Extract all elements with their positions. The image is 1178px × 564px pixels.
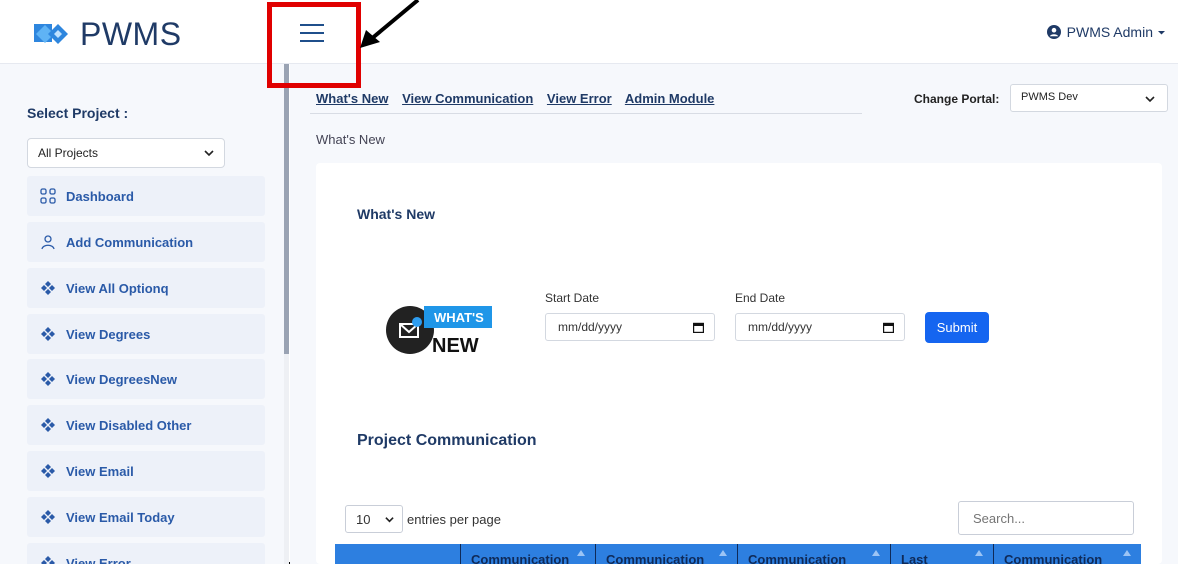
sidebar-item-view-degrees[interactable]: View Degrees [27, 314, 265, 354]
sidebar-item-label: View Email [66, 463, 134, 479]
column-label: Communication [1004, 552, 1103, 564]
diamond-icon [41, 418, 55, 432]
diamond-icon [41, 510, 55, 524]
entries-suffix: entries per page [407, 511, 501, 527]
submit-button[interactable]: Submit [925, 312, 989, 343]
user-label: PWMS Admin [1066, 24, 1153, 40]
sort-up-icon [1123, 550, 1131, 556]
end-date-label: End Date [735, 291, 786, 305]
sidebar-item-label: View All Optionq [66, 280, 169, 296]
sidebar-item-view-email-today[interactable]: View Email Today [27, 497, 265, 537]
logo-icon [34, 24, 68, 44]
link-admin-module[interactable]: Admin Module [625, 91, 715, 106]
sidebar-item-label: View Disabled Other [66, 417, 192, 433]
start-date-placeholder: mm/dd/yyyy [558, 320, 623, 334]
table-header-last[interactable]: Last [890, 544, 993, 564]
link-view-error[interactable]: View Error [547, 91, 612, 106]
image-text-whats: WHAT'S [434, 310, 484, 325]
calendar-icon[interactable] [693, 322, 704, 333]
card-title: What's New [357, 206, 436, 222]
column-label: Communication [748, 552, 847, 564]
top-header: PWMS PWMS Admin [0, 0, 1178, 64]
highlight-annotation-box [267, 2, 361, 88]
select-project-label: Select Project : [27, 105, 129, 121]
user-icon [41, 235, 55, 250]
diamond-icon [41, 372, 55, 386]
app-name: PWMS [80, 16, 182, 52]
project-select[interactable]: All Projects [27, 138, 225, 168]
end-date-input[interactable]: mm/dd/yyyy [735, 313, 905, 341]
link-view-communication[interactable]: View Communication [402, 91, 533, 106]
start-date-label: Start Date [545, 291, 600, 305]
sidebar-item-view-error[interactable]: View Error [27, 543, 265, 564]
project-select-value: All Projects [38, 146, 99, 160]
sidebar-item-label: View Degrees [66, 326, 151, 342]
chevron-down-icon [1145, 96, 1155, 103]
table-header-communication-4[interactable]: Communication [993, 544, 1141, 564]
user-menu[interactable]: PWMS Admin [1046, 24, 1166, 40]
table-header-select[interactable] [335, 544, 460, 564]
diamond-icon [41, 327, 55, 341]
chevron-down-icon [204, 150, 214, 157]
table-header-communication-1[interactable]: Communication [460, 544, 595, 564]
arrow-annotation-icon [360, 0, 420, 48]
app-logo[interactable]: PWMS [34, 18, 182, 50]
sidebar-item-label: View Email Today [66, 509, 175, 525]
change-portal-label: Change Portal: [914, 92, 1000, 106]
table-search-input[interactable] [958, 501, 1134, 535]
calendar-icon[interactable] [883, 322, 894, 333]
sort-up-icon [719, 550, 727, 556]
sidebar-scrollbar[interactable] [284, 64, 289, 354]
caret-down-icon [1158, 30, 1165, 34]
portal-select[interactable]: PWMS Dev [1010, 84, 1168, 112]
top-nav-links: What's New View Communication View Error… [316, 91, 724, 106]
table-header-communication-3[interactable]: Communication [737, 544, 890, 564]
portal-select-value: PWMS Dev [1021, 91, 1078, 103]
entries-select[interactable]: 10 [345, 505, 403, 533]
chevron-down-icon [385, 517, 394, 523]
column-label: Communication [471, 552, 570, 564]
table-header-communication-2[interactable]: Communication [595, 544, 737, 564]
start-date-input[interactable]: mm/dd/yyyy [545, 313, 715, 341]
sort-up-icon [577, 550, 585, 556]
sort-up-icon [872, 550, 880, 556]
entries-value: 10 [356, 511, 371, 527]
link-whats-new[interactable]: What's New [316, 91, 388, 106]
sidebar-item-add-communication[interactable]: Add Communication [27, 222, 265, 262]
diamond-icon [41, 464, 55, 478]
sidebar-item-label: Add Communication [66, 234, 194, 250]
project-communication-title: Project Communication [357, 432, 537, 449]
sidebar-item-view-degreesnew[interactable]: View DegreesNew [27, 359, 265, 399]
breadcrumb: What's New [316, 132, 385, 147]
grid-icon [40, 188, 56, 204]
sidebar-item-view-email[interactable]: View Email [27, 451, 265, 491]
sidebar-item-label: View Error [66, 555, 131, 564]
diamond-icon [41, 556, 55, 564]
user-circle-icon [1046, 25, 1061, 39]
divider [310, 113, 862, 114]
column-label: Last [901, 552, 928, 564]
sidebar-item-label: Dashboard [66, 188, 134, 204]
column-label: Communication [606, 552, 705, 564]
sidebar-item-view-disabled-other[interactable]: View Disabled Other [27, 405, 265, 445]
whats-new-image: WHAT'S NEW [386, 306, 492, 357]
diamond-icon [41, 281, 55, 295]
sort-up-icon [975, 550, 983, 556]
sidebar-item-label: View DegreesNew [66, 371, 178, 387]
sidebar-item-view-all-optionq[interactable]: View All Optionq [27, 268, 265, 308]
image-text-new: NEW [432, 335, 479, 357]
end-date-placeholder: mm/dd/yyyy [748, 320, 813, 334]
table-header-row: Communication Communication Communicatio… [335, 544, 1141, 564]
sidebar-item-dashboard[interactable]: Dashboard [27, 176, 265, 216]
entries-per-page: 10 entries per page [345, 505, 501, 533]
